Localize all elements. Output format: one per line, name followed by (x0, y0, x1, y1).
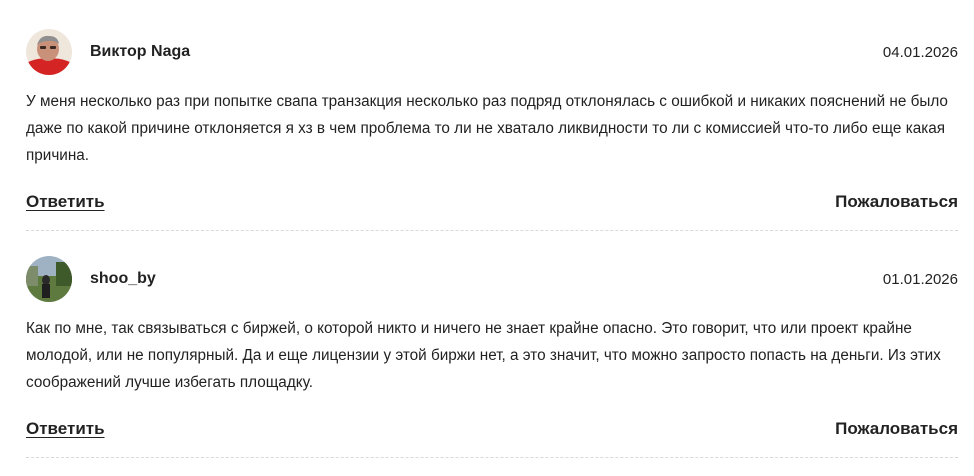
comment-header: shoo_by 01.01.2026 (26, 255, 958, 303)
comment-date: 01.01.2026 (882, 270, 958, 288)
comment-date: 04.01.2026 (882, 43, 958, 61)
comments-list: Виктор Naga 04.01.2026 У меня несколько … (26, 28, 958, 458)
user-photo-icon (26, 29, 72, 75)
comment-item: shoo_by 01.01.2026 Как по мне, так связы… (26, 255, 958, 458)
comment-actions: Ответить Пожаловаться (26, 417, 958, 441)
comment-author: shoo_by (90, 270, 156, 287)
comment-header: Виктор Naga 04.01.2026 (26, 28, 958, 76)
divider (26, 230, 958, 231)
reply-link[interactable]: Ответить (26, 192, 105, 212)
avatar (26, 29, 72, 75)
comment-text: У меня несколько раз при попытке свапа т… (26, 93, 948, 164)
comment-item: Виктор Naga 04.01.2026 У меня несколько … (26, 28, 958, 231)
divider (26, 457, 958, 458)
comment-author: Виктор Naga (90, 43, 191, 60)
comment-text: Как по мне, так связываться с биржей, о … (26, 320, 941, 391)
reply-link[interactable]: Ответить (26, 419, 105, 439)
avatar (26, 256, 72, 302)
comment-actions: Ответить Пожаловаться (26, 190, 958, 214)
report-link[interactable]: Пожаловаться (835, 419, 958, 439)
report-link[interactable]: Пожаловаться (835, 192, 958, 212)
user-photo-icon (26, 256, 72, 302)
